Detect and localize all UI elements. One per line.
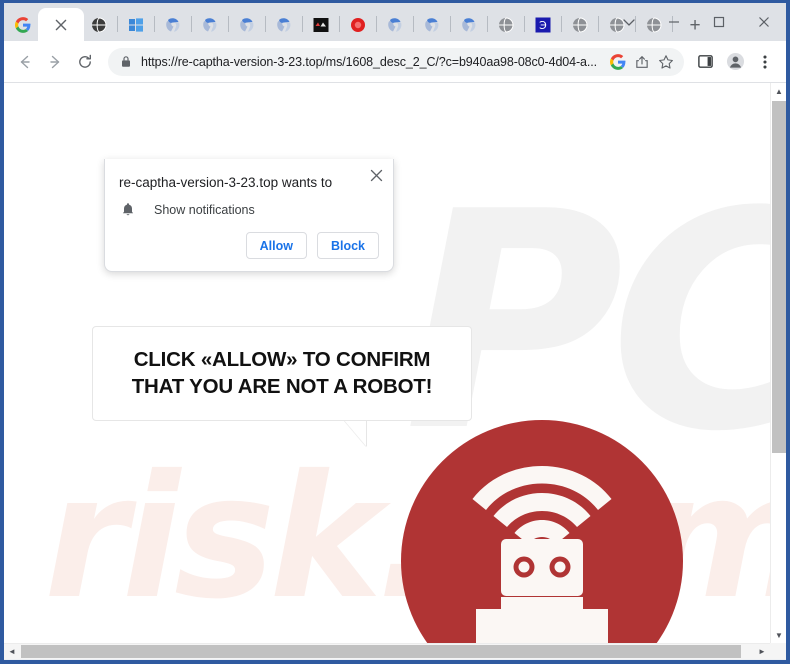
chrome-favicon-icon — [462, 18, 476, 32]
tab-divider — [302, 16, 303, 32]
bell-icon — [119, 202, 137, 217]
close-icon — [758, 17, 769, 27]
tab-chrome-6[interactable] — [417, 9, 447, 41]
robot-icon — [400, 419, 684, 643]
globe-favicon-icon — [92, 17, 107, 33]
speech-bubble: CLICK «ALLOW» TO CONFIRM THAT YOU ARE NO… — [92, 326, 472, 421]
scroll-down-arrow[interactable]: ▼ — [771, 627, 786, 643]
tab-divider — [524, 16, 525, 32]
browser-toolbar: https://re-captha-version-3-23.top/ms/16… — [4, 41, 786, 83]
arrow-left-icon — [20, 55, 30, 68]
maximize-icon — [713, 16, 724, 28]
tab-divider — [598, 16, 599, 32]
windows-favicon-icon — [129, 18, 143, 32]
dialog-title: re-captha-version-3-23.top wants to — [119, 175, 333, 190]
tab-chrome-1[interactable] — [158, 9, 188, 41]
google-lens-icon[interactable] — [610, 53, 626, 70]
tab-chrome-4[interactable] — [269, 9, 299, 41]
lock-icon — [120, 55, 132, 68]
dialog-buttons: Allow Block — [245, 232, 379, 259]
three-dot-menu-icon[interactable] — [750, 47, 780, 77]
chrome-favicon-icon — [277, 18, 291, 32]
dialog-close-button[interactable] — [365, 164, 387, 186]
close-icon — [370, 169, 382, 181]
tab-divider — [450, 16, 451, 32]
scroll-left-arrow[interactable]: ◄ — [4, 644, 20, 659]
chrome-favicon-icon — [166, 18, 180, 32]
back-button[interactable] — [10, 47, 40, 77]
tab-windows[interactable] — [121, 9, 151, 41]
tab-divider — [154, 16, 155, 32]
arrow-right-icon — [50, 55, 60, 68]
profile-avatar-icon[interactable] — [720, 47, 750, 77]
dark-favicon-icon — [313, 18, 329, 32]
chrome-favicon-icon — [388, 18, 402, 32]
globe-favicon-icon — [499, 17, 514, 33]
permission-label: Show notifications — [154, 202, 255, 217]
scroll-right-arrow[interactable]: ► — [754, 644, 770, 659]
horizontal-scrollbar[interactable]: ◄ ► — [4, 643, 770, 659]
tab-blue-badge[interactable]: Э — [528, 9, 558, 41]
minimize-button[interactable] — [651, 3, 696, 41]
side-panel-icon[interactable] — [690, 47, 720, 77]
close-icon[interactable] — [53, 17, 69, 33]
tab-google[interactable] — [8, 9, 38, 41]
tab-active[interactable] — [38, 8, 84, 41]
tab-chrome-7[interactable] — [454, 9, 484, 41]
scroll-up-arrow[interactable]: ▲ — [771, 83, 786, 99]
address-bar[interactable]: https://re-captha-version-3-23.top/ms/16… — [108, 47, 684, 76]
speech-bubble-tail — [344, 420, 366, 446]
notification-permission-dialog: re-captha-version-3-23.top wants to Show… — [104, 159, 394, 272]
tab-divider — [376, 16, 377, 32]
tab-divider — [413, 16, 414, 32]
allow-button[interactable]: Allow — [245, 232, 307, 259]
tab-globe-2[interactable] — [491, 9, 521, 41]
tab-globe-1[interactable] — [84, 9, 114, 41]
chrome-favicon-icon — [203, 18, 217, 32]
maximize-button[interactable] — [696, 3, 741, 41]
chrome-favicon-icon — [425, 18, 439, 32]
tab-divider — [487, 16, 488, 32]
share-icon[interactable] — [634, 54, 650, 70]
reload-icon — [79, 54, 91, 68]
scrollbar-corner — [770, 643, 786, 659]
permission-row: Show notifications — [119, 202, 255, 217]
tab-search-button[interactable] — [606, 3, 651, 41]
vertical-scrollbar[interactable]: ▲ ▼ — [770, 83, 786, 643]
bubble-line-2: THAT YOU ARE NOT A ROBOT! — [131, 374, 433, 398]
svg-text:Э: Э — [539, 19, 547, 32]
vertical-scroll-thumb[interactable] — [772, 101, 786, 453]
minimize-icon — [668, 21, 679, 23]
tab-chrome-3[interactable] — [232, 9, 262, 41]
tab-red-dot[interactable] — [343, 9, 373, 41]
chevron-down-icon — [622, 19, 635, 26]
reload-button[interactable] — [70, 47, 100, 77]
page-viewport: PC risk.com — [4, 83, 786, 659]
tab-dark-site[interactable] — [306, 9, 336, 41]
forward-button[interactable] — [40, 47, 70, 77]
tab-divider — [228, 16, 229, 32]
url-text: https://re-captha-version-3-23.top/ms/16… — [141, 54, 598, 69]
bubble-line-1: CLICK «ALLOW» TO CONFIRM — [133, 348, 431, 372]
tab-divider — [561, 16, 562, 32]
blue-badge-favicon-icon: Э — [535, 17, 551, 33]
tab-divider — [191, 16, 192, 32]
tab-divider — [339, 16, 340, 32]
browser-window: Э + https://re-captha-version-3-23.top/m… — [0, 0, 790, 664]
tab-globe-3[interactable] — [565, 9, 595, 41]
block-button[interactable]: Block — [316, 232, 379, 259]
tab-chrome-5[interactable] — [380, 9, 410, 41]
close-window-button[interactable] — [741, 3, 786, 41]
red-dot-favicon-icon — [351, 18, 365, 32]
horizontal-scroll-thumb[interactable] — [21, 645, 741, 658]
globe-favicon-icon — [573, 17, 588, 33]
tab-chrome-2[interactable] — [195, 9, 225, 41]
window-controls — [606, 3, 786, 41]
tab-strip: Э + — [4, 3, 786, 41]
tab-divider — [117, 16, 118, 32]
google-favicon-icon — [15, 17, 31, 33]
chrome-favicon-icon — [240, 18, 254, 32]
tab-divider — [265, 16, 266, 32]
star-icon[interactable] — [658, 54, 674, 70]
